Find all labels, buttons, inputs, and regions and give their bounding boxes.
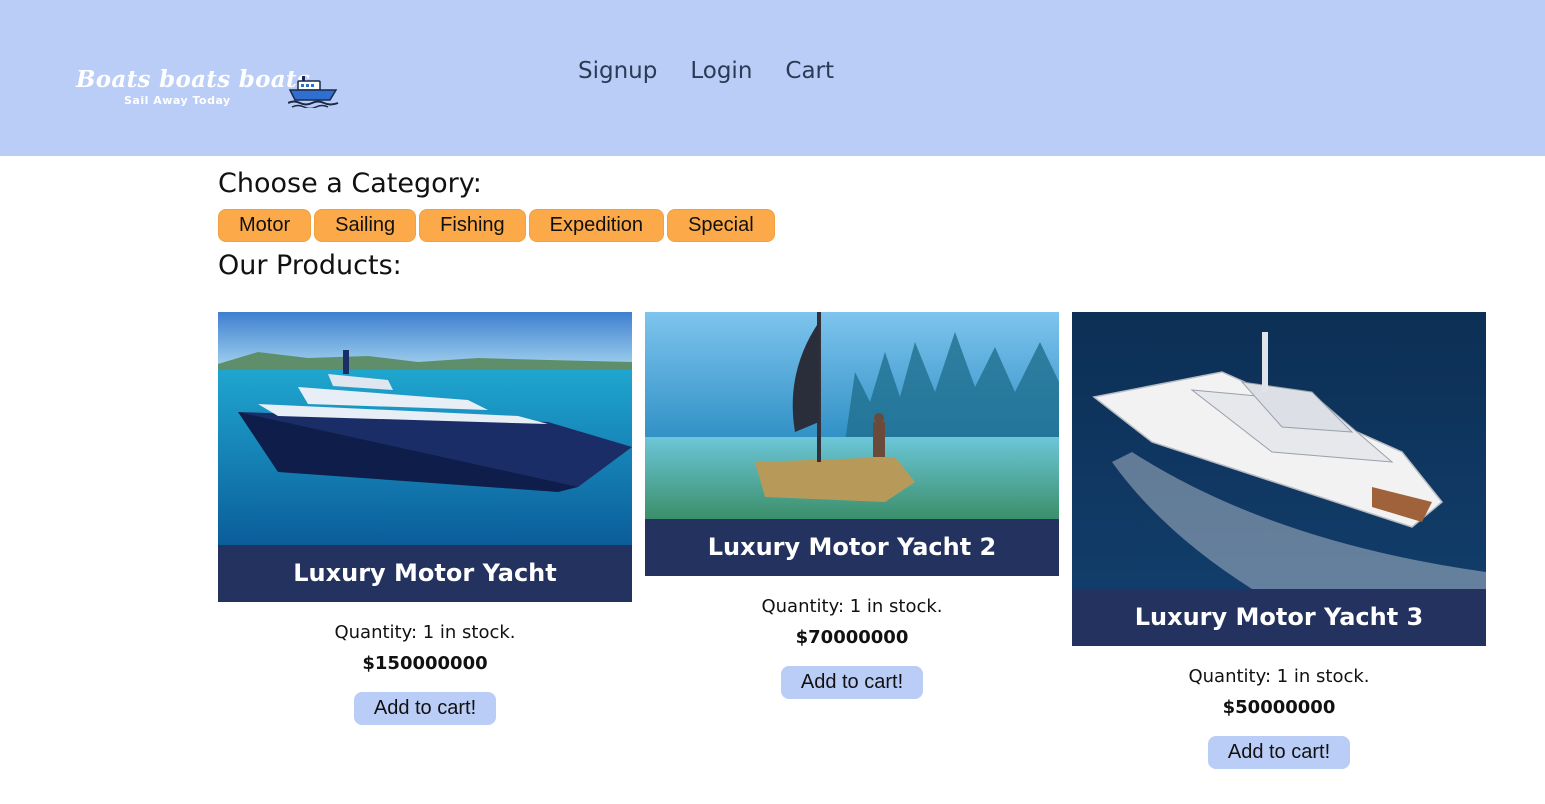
product-quantity: Quantity: 1 in stock.: [1188, 666, 1370, 687]
product-price: $70000000: [795, 627, 909, 648]
category-special-button[interactable]: Special: [667, 209, 775, 242]
site-header: Boats boats boats Sail Away Today Signup…: [0, 0, 1545, 156]
main-nav: Signup Login Cart: [578, 58, 834, 84]
product-price: $50000000: [1222, 697, 1336, 718]
nav-login-link[interactable]: Login: [690, 58, 752, 84]
nav-cart-link[interactable]: Cart: [785, 58, 834, 84]
category-buttons: Motor Sailing Fishing Expedition Special: [218, 209, 775, 242]
product-title: Luxury Motor Yacht 3: [1072, 589, 1486, 646]
category-motor-button[interactable]: Motor: [218, 209, 312, 242]
product-card: Luxury Motor Yacht 2 Quantity: 1 in stoc…: [645, 312, 1059, 699]
site-logo[interactable]: Boats boats boats Sail Away Today: [76, 66, 346, 114]
product-image[interactable]: [645, 312, 1059, 519]
category-sailing-button[interactable]: Sailing: [314, 209, 417, 242]
product-price: $150000000: [362, 653, 488, 674]
category-heading: Choose a Category:: [218, 168, 482, 199]
product-image[interactable]: [218, 312, 632, 545]
product-quantity: Quantity: 1 in stock.: [761, 596, 943, 617]
products-heading: Our Products:: [218, 250, 402, 281]
nav-signup-link[interactable]: Signup: [578, 58, 657, 84]
add-to-cart-button[interactable]: Add to cart!: [781, 666, 923, 699]
category-expedition-button[interactable]: Expedition: [528, 209, 665, 242]
logo-subtitle: Sail Away Today: [124, 94, 231, 107]
logo-title: Boats boats boats: [76, 66, 311, 93]
product-image[interactable]: [1072, 312, 1486, 589]
product-card: Luxury Motor Yacht 3 Quantity: 1 in stoc…: [1072, 312, 1486, 769]
product-title: Luxury Motor Yacht: [218, 545, 632, 602]
boat-icon: [288, 76, 339, 108]
product-quantity: Quantity: 1 in stock.: [334, 622, 516, 643]
category-fishing-button[interactable]: Fishing: [419, 209, 526, 242]
product-card: Luxury Motor Yacht Quantity: 1 in stock.…: [218, 312, 632, 725]
add-to-cart-button[interactable]: Add to cart!: [354, 692, 496, 725]
add-to-cart-button[interactable]: Add to cart!: [1208, 736, 1350, 769]
product-title: Luxury Motor Yacht 2: [645, 519, 1059, 576]
